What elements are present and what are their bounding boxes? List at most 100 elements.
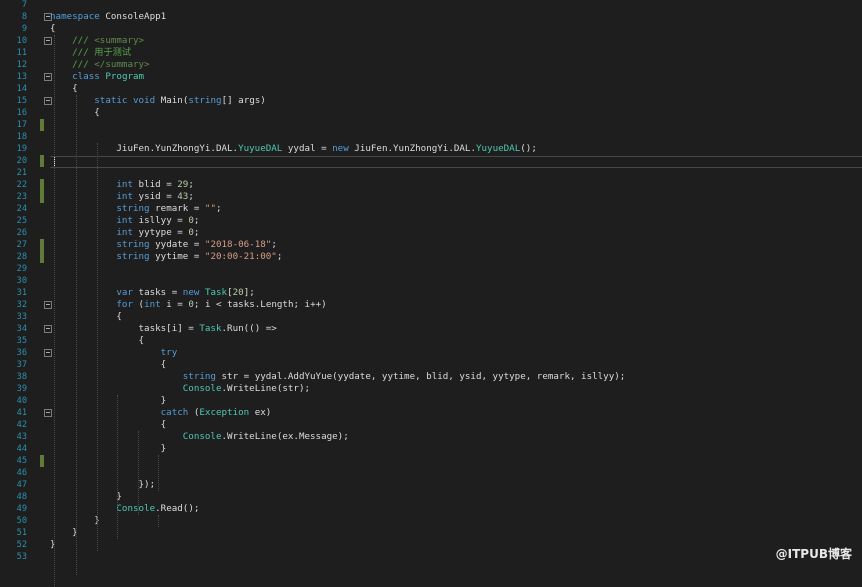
- code-token: yytype =: [133, 227, 189, 238]
- code-text: }: [50, 443, 167, 455]
- code-line[interactable]: 7: [0, 0, 862, 11]
- code-line[interactable]: 52}: [0, 539, 862, 551]
- change-marker: [40, 179, 44, 191]
- code-text: class Program: [50, 71, 144, 83]
- code-line[interactable]: 30: [0, 275, 862, 287]
- code-line[interactable]: 21: [0, 167, 862, 179]
- code-text: JiuFen.YunZhongYi.DAL.YuyueDAL yydal = n…: [50, 143, 536, 155]
- code-token: 29: [177, 179, 189, 190]
- code-token: JiuFen.YunZhongYi.DAL.: [348, 143, 476, 154]
- code-token: {: [50, 335, 145, 346]
- code-line[interactable]: 46: [0, 467, 862, 479]
- code-token: (: [188, 407, 200, 418]
- code-text: {: [50, 335, 145, 347]
- code-line[interactable]: 29: [0, 263, 862, 275]
- code-token: tasks =: [133, 287, 183, 298]
- code-text: }: [50, 491, 122, 503]
- code-line[interactable]: 20: [0, 155, 862, 168]
- code-line[interactable]: 34 tasks[i] = Task.Run(() =>: [0, 323, 862, 335]
- line-number: 25: [16, 216, 27, 226]
- code-line[interactable]: 12 /// </summary>: [0, 59, 862, 71]
- code-token: new: [332, 143, 349, 154]
- code-token: int: [144, 299, 161, 310]
- code-line[interactable]: 11 /// 用于测试: [0, 47, 862, 59]
- line-number: 13: [16, 72, 27, 82]
- code-line[interactable]: 48 }: [0, 491, 862, 503]
- line-number: 37: [16, 360, 27, 370]
- code-line[interactable]: 44 }: [0, 443, 862, 455]
- code-line[interactable]: 28 string yytime = "20:00-21:00";: [0, 251, 862, 263]
- code-token: Console: [182, 431, 222, 442]
- code-line[interactable]: 42 {: [0, 419, 862, 431]
- code-token: class: [72, 71, 100, 82]
- code-token: remark =: [149, 203, 205, 214]
- line-number: 52: [16, 540, 27, 550]
- code-token: int: [116, 215, 133, 226]
- code-line[interactable]: 49 Console.Read();: [0, 503, 862, 515]
- code-token: ysid =: [133, 191, 178, 202]
- code-token: i =: [160, 299, 189, 310]
- code-line[interactable]: 22 int blid = 29;: [0, 179, 862, 191]
- code-line[interactable]: 41 catch (Exception ex): [0, 407, 862, 419]
- code-line[interactable]: 47 });: [0, 479, 862, 491]
- line-number: 16: [16, 108, 27, 118]
- line-number: 8: [21, 12, 27, 22]
- code-line[interactable]: 26 int yytype = 0;: [0, 227, 862, 239]
- line-number: 11: [16, 48, 27, 58]
- code-line[interactable]: 45: [0, 455, 862, 467]
- code-token: ;: [271, 239, 277, 250]
- code-line[interactable]: 16 {: [0, 107, 862, 119]
- code-line[interactable]: 27 string yydate = "2018-06-18";: [0, 239, 862, 251]
- code-line[interactable]: 13 class Program: [0, 71, 862, 83]
- code-token: string: [116, 239, 150, 250]
- code-editor[interactable]: 7 8 namespace ConsoleApp1 9{10 /// <summary…: [0, 0, 862, 568]
- code-line[interactable]: 40 }: [0, 395, 862, 407]
- line-number: 32: [16, 300, 27, 310]
- code-token: }: [50, 395, 167, 406]
- code-line[interactable]: 31 var tasks = new Task[20];: [0, 287, 862, 299]
- code-line[interactable]: 51 }: [0, 527, 862, 539]
- code-line[interactable]: 10 /// <summary>: [0, 35, 862, 47]
- code-token: .Read();: [155, 503, 200, 514]
- code-line[interactable]: 53: [0, 551, 862, 563]
- code-token: int: [116, 191, 133, 202]
- line-number: 49: [16, 504, 27, 514]
- code-line[interactable]: 38 string str = yydal.AddYuYue(yydate, y…: [0, 371, 862, 383]
- code-line[interactable]: 33 {: [0, 311, 862, 323]
- code-line[interactable]: 8 namespace ConsoleApp1: [0, 11, 862, 23]
- code-line[interactable]: 35 {: [0, 335, 862, 347]
- code-line[interactable]: 25 int isllyy = 0;: [0, 215, 862, 227]
- code-line[interactable]: 23 int ysid = 43;: [0, 191, 862, 203]
- code-line[interactable]: 18: [0, 131, 862, 143]
- code-line[interactable]: 24 string remark = "";: [0, 203, 862, 215]
- code-token: Exception: [199, 407, 250, 418]
- code-line[interactable]: 37 {: [0, 359, 862, 371]
- code-line[interactable]: 43 Console.WriteLine(ex.Message);: [0, 431, 862, 443]
- code-text: int yytype = 0;: [50, 227, 199, 239]
- code-line[interactable]: 9{: [0, 23, 862, 35]
- code-line[interactable]: 50 }: [0, 515, 862, 527]
- code-token: {: [50, 419, 167, 430]
- code-line[interactable]: 15 static void Main(string[] args): [0, 95, 862, 107]
- code-line[interactable]: 14 {: [0, 83, 862, 95]
- code-token: namespace: [50, 11, 100, 22]
- code-token: ///: [50, 59, 95, 70]
- code-line[interactable]: 36 try: [0, 347, 862, 359]
- code-line[interactable]: 19 JiuFen.YunZhongYi.DAL.YuyueDAL yydal …: [0, 143, 862, 155]
- code-token: int: [116, 227, 133, 238]
- code-line[interactable]: 17: [0, 119, 862, 131]
- line-number: 10: [16, 36, 27, 46]
- code-token: ;: [216, 203, 222, 214]
- line-number: 30: [16, 276, 27, 286]
- change-marker: [40, 455, 44, 467]
- code-line[interactable]: 39 Console.WriteLine(str);: [0, 383, 862, 395]
- code-line[interactable]: 32 for (int i = 0; i < tasks.Length; i++…: [0, 299, 862, 311]
- code-token: .WriteLine(str);: [221, 383, 311, 394]
- code-token: yytime =: [149, 251, 205, 262]
- code-token: ; i < tasks.Length; i++): [193, 299, 327, 310]
- code-token: .WriteLine(ex.Message);: [221, 431, 349, 442]
